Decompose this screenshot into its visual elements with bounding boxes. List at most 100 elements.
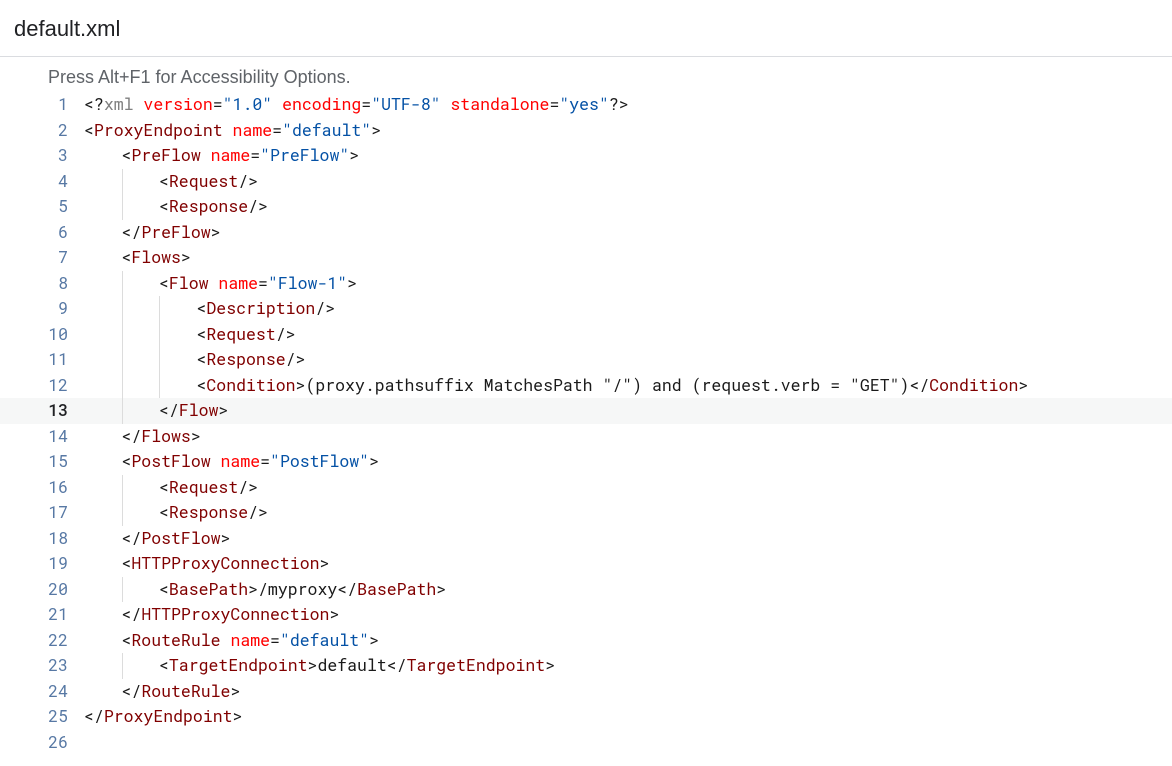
token: > (369, 630, 379, 651)
token: < (122, 630, 132, 651)
code-content[interactable]: <Request/> (159, 475, 1172, 501)
code-content[interactable]: <BasePath>/myproxy</BasePath> (159, 577, 1172, 603)
token: </ (122, 604, 142, 625)
code-content[interactable]: <Description/> (197, 296, 1172, 322)
indent-guides (84, 449, 122, 475)
token: < (197, 298, 207, 319)
token: > (181, 247, 191, 268)
code-line[interactable]: 20<BasePath>/myproxy</BasePath> (0, 577, 1172, 603)
token: = (361, 94, 371, 115)
code-line[interactable]: 25</ProxyEndpoint> (0, 704, 1172, 730)
code-content[interactable]: </HTTPProxyConnection> (122, 602, 1172, 628)
code-content[interactable]: </RouteRule> (122, 679, 1172, 705)
code-line[interactable]: 19<HTTPProxyConnection> (0, 551, 1172, 577)
line-number: 24 (0, 679, 84, 705)
code-content[interactable]: <Flow name="Flow-1"> (159, 271, 1172, 297)
code-editor[interactable]: Press Alt+F1 for Accessibility Options. … (0, 56, 1172, 755)
code-line[interactable]: 12<Condition>(proxy.pathsuffix MatchesPa… (0, 373, 1172, 399)
code-line[interactable]: 2<ProxyEndpoint name="default"> (0, 118, 1172, 144)
line-number: 17 (0, 500, 84, 526)
code-line[interactable]: 13</Flow> (0, 398, 1172, 424)
code-line[interactable]: 7<Flows> (0, 245, 1172, 271)
code-line[interactable]: 21</HTTPProxyConnection> (0, 602, 1172, 628)
code-content[interactable]: <?xml version="1.0" encoding="UTF-8" sta… (84, 92, 1172, 118)
indent-guides (84, 194, 159, 220)
code-content[interactable]: <PostFlow name="PostFlow"> (122, 449, 1172, 475)
indent-guides (84, 322, 197, 348)
token: </ (909, 375, 929, 396)
code-content[interactable]: <Condition>(proxy.pathsuffix MatchesPath… (197, 373, 1172, 399)
code-line[interactable]: 18</PostFlow> (0, 526, 1172, 552)
token: > (369, 451, 379, 472)
token: Request (169, 171, 238, 192)
token: HTTPProxyConnection (131, 553, 319, 574)
token: > (248, 579, 258, 600)
code-content[interactable]: </PreFlow> (122, 220, 1172, 246)
indent-guides (84, 602, 122, 628)
code-content[interactable]: <PreFlow name="PreFlow"> (122, 143, 1172, 169)
code-content[interactable]: </Flows> (122, 424, 1172, 450)
code-content[interactable]: </ProxyEndpoint> (84, 704, 1172, 730)
line-number: 9 (0, 296, 84, 322)
token: Request (169, 477, 238, 498)
token: encoding (282, 94, 361, 115)
code-content[interactable]: <HTTPProxyConnection> (122, 551, 1172, 577)
code-line[interactable]: 17 <Response/> (0, 500, 1172, 526)
token: > (371, 120, 381, 141)
indent-guides (84, 500, 159, 526)
code-body[interactable]: 1<?xml version="1.0" encoding="UTF-8" st… (0, 92, 1172, 755)
token (223, 120, 233, 141)
code-content[interactable]: <ProxyEndpoint name="default"> (84, 118, 1172, 144)
code-content[interactable]: <Request/> (197, 322, 1172, 348)
code-content[interactable]: </Flow> (159, 398, 1172, 424)
line-number: 8 (0, 271, 84, 297)
token: > (349, 145, 359, 166)
token: HTTPProxyConnection (141, 604, 329, 625)
line-number: 5 (0, 194, 84, 220)
code-line[interactable]: 6</PreFlow> (0, 220, 1172, 246)
code-content[interactable]: <RouteRule name="default"> (122, 628, 1172, 654)
token: /> (238, 477, 258, 498)
code-content[interactable]: <Response/> (159, 194, 1172, 220)
code-line[interactable]: 24 </RouteRule> (0, 679, 1172, 705)
token: Response (169, 502, 248, 523)
code-content[interactable]: <TargetEndpoint>default</TargetEndpoint> (159, 653, 1172, 679)
line-number: 4 (0, 169, 84, 195)
indent-guides (84, 143, 122, 169)
code-line[interactable]: 16 <Request/> (0, 475, 1172, 501)
line-number: 14 (0, 424, 84, 450)
code-line[interactable]: 14 </Flows> (0, 424, 1172, 450)
code-content[interactable] (84, 730, 1172, 756)
line-number: 2 (0, 118, 84, 144)
code-line[interactable]: 26 (0, 730, 1172, 756)
code-line[interactable]: 3<PreFlow name="PreFlow"> (0, 143, 1172, 169)
token: > (230, 681, 240, 702)
code-line[interactable]: 4 <Request/> (0, 169, 1172, 195)
token: /myproxy (258, 579, 337, 600)
line-number: 16 (0, 475, 84, 501)
code-line[interactable]: 5 <Response/> (0, 194, 1172, 220)
token: = (270, 630, 280, 651)
token: = (258, 273, 268, 294)
code-line[interactable]: 23<TargetEndpoint>default</TargetEndpoin… (0, 653, 1172, 679)
indent-guides (84, 628, 122, 654)
code-content[interactable]: <Response/> (159, 500, 1172, 526)
code-content[interactable]: <Flows> (122, 245, 1172, 271)
code-line[interactable]: 8 <Flow name="Flow-1"> (0, 271, 1172, 297)
code-line[interactable]: 11<Response/> (0, 347, 1172, 373)
code-line[interactable]: 22<RouteRule name="default"> (0, 628, 1172, 654)
token: </ (122, 528, 142, 549)
code-line[interactable]: 15<PostFlow name="PostFlow"> (0, 449, 1172, 475)
code-line[interactable]: 9 <Description/> (0, 296, 1172, 322)
code-line[interactable]: 10<Request/> (0, 322, 1172, 348)
token: = (549, 94, 559, 115)
token: = (260, 451, 270, 472)
code-content[interactable]: <Request/> (159, 169, 1172, 195)
code-line[interactable]: 1<?xml version="1.0" encoding="UTF-8" st… (0, 92, 1172, 118)
token (221, 630, 231, 651)
code-content[interactable]: <Response/> (197, 347, 1172, 373)
token (209, 273, 219, 294)
code-content[interactable]: </PostFlow> (122, 526, 1172, 552)
indent-guides (84, 679, 122, 705)
token: < (159, 196, 169, 217)
